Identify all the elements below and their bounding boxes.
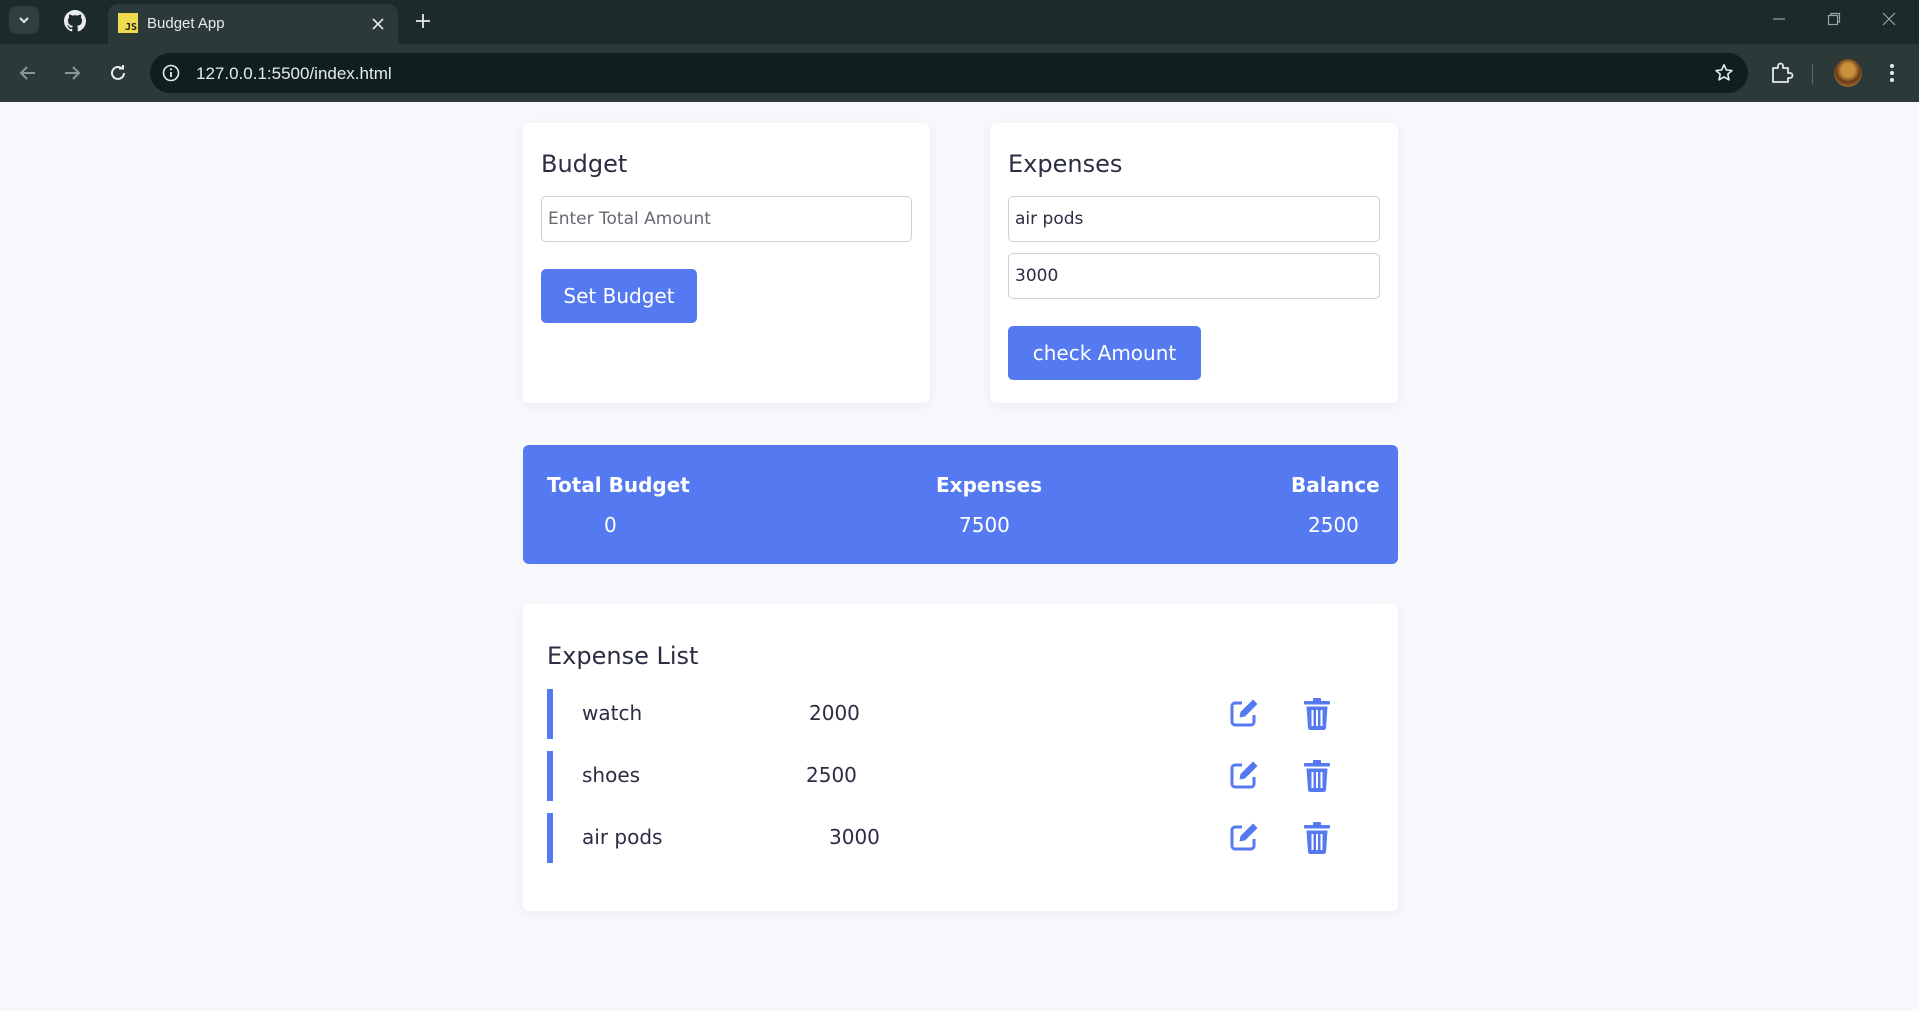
edit-icon[interactable] — [1228, 821, 1260, 853]
site-info-icon[interactable] — [162, 64, 180, 82]
kebab-menu-icon[interactable] — [1882, 60, 1902, 86]
expense-list-heading: Expense List — [547, 642, 699, 670]
expense-name: shoes — [582, 763, 641, 787]
budget-heading: Budget — [541, 150, 628, 178]
expenses-heading: Expenses — [1008, 150, 1123, 178]
expense-amount: 2000 — [809, 701, 860, 725]
expense-name: air pods — [582, 825, 663, 849]
tab-search-button[interactable] — [9, 6, 39, 34]
total-budget-label: Total Budget — [547, 473, 690, 497]
edit-icon[interactable] — [1228, 697, 1260, 729]
trash-icon[interactable] — [1303, 759, 1331, 793]
browser-tab-strip: JS Budget App — [0, 0, 1919, 44]
address-toolbar: 127.0.0.1:5500/index.html — [0, 44, 1919, 102]
reload-icon — [111, 65, 125, 80]
summary-panel: Total Budget 0 Expenses 7500 Balance 250… — [523, 445, 1398, 564]
trash-icon[interactable] — [1303, 821, 1331, 855]
back-button[interactable] — [13, 58, 43, 88]
expenses-total-value: 7500 — [959, 513, 1010, 537]
list-item: shoes 2500 — [547, 751, 1367, 801]
list-item: watch 2000 — [547, 689, 1367, 739]
expenses-total-label: Expenses — [936, 473, 1043, 497]
total-amount-input[interactable] — [541, 196, 912, 242]
expense-title-input[interactable] — [1008, 196, 1380, 242]
expenses-card: Expenses check Amount — [990, 123, 1398, 403]
address-bar[interactable]: 127.0.0.1:5500/index.html — [150, 53, 1748, 93]
url-text[interactable]: 127.0.0.1:5500/index.html — [196, 64, 392, 84]
edit-icon[interactable] — [1228, 759, 1260, 791]
expense-name: watch — [582, 701, 643, 725]
close-window-button[interactable] — [1872, 6, 1906, 32]
expense-amount: 2500 — [806, 763, 857, 787]
restore-button[interactable] — [1817, 6, 1851, 32]
js-favicon-icon: JS — [118, 13, 138, 33]
github-icon[interactable] — [62, 8, 88, 34]
active-tab[interactable]: JS Budget App — [108, 4, 398, 44]
expense-amount-input[interactable] — [1008, 253, 1380, 299]
expense-amount: 3000 — [829, 825, 880, 849]
extensions-puzzle-icon[interactable] — [1768, 60, 1794, 86]
toolbar-divider — [1812, 64, 1813, 84]
minimize-button[interactable] — [1762, 6, 1796, 32]
set-budget-button[interactable]: Set Budget — [541, 269, 697, 323]
restore-icon — [1827, 12, 1841, 26]
new-tab-button[interactable] — [410, 8, 436, 34]
list-item: air pods 3000 — [547, 813, 1367, 863]
trash-icon[interactable] — [1303, 697, 1331, 731]
total-budget-value: 0 — [604, 513, 617, 537]
minimize-icon — [1773, 18, 1785, 20]
close-icon — [1882, 12, 1896, 26]
profile-avatar[interactable] — [1834, 59, 1862, 87]
forward-button[interactable] — [57, 58, 87, 88]
arrow-right-icon — [65, 66, 81, 80]
arrow-left-icon — [19, 66, 35, 80]
balance-value: 2500 — [1308, 513, 1359, 537]
budget-card: Budget Set Budget — [523, 123, 930, 403]
check-amount-button[interactable]: check Amount — [1008, 326, 1201, 380]
plus-icon — [416, 14, 430, 28]
tab-close-button[interactable] — [367, 13, 389, 35]
tab-title: Budget App — [147, 15, 225, 32]
reload-button[interactable] — [103, 58, 133, 88]
close-icon — [372, 18, 384, 30]
bookmark-star-icon[interactable] — [1714, 63, 1734, 83]
balance-label: Balance — [1291, 473, 1380, 497]
chevron-down-icon — [19, 17, 29, 24]
